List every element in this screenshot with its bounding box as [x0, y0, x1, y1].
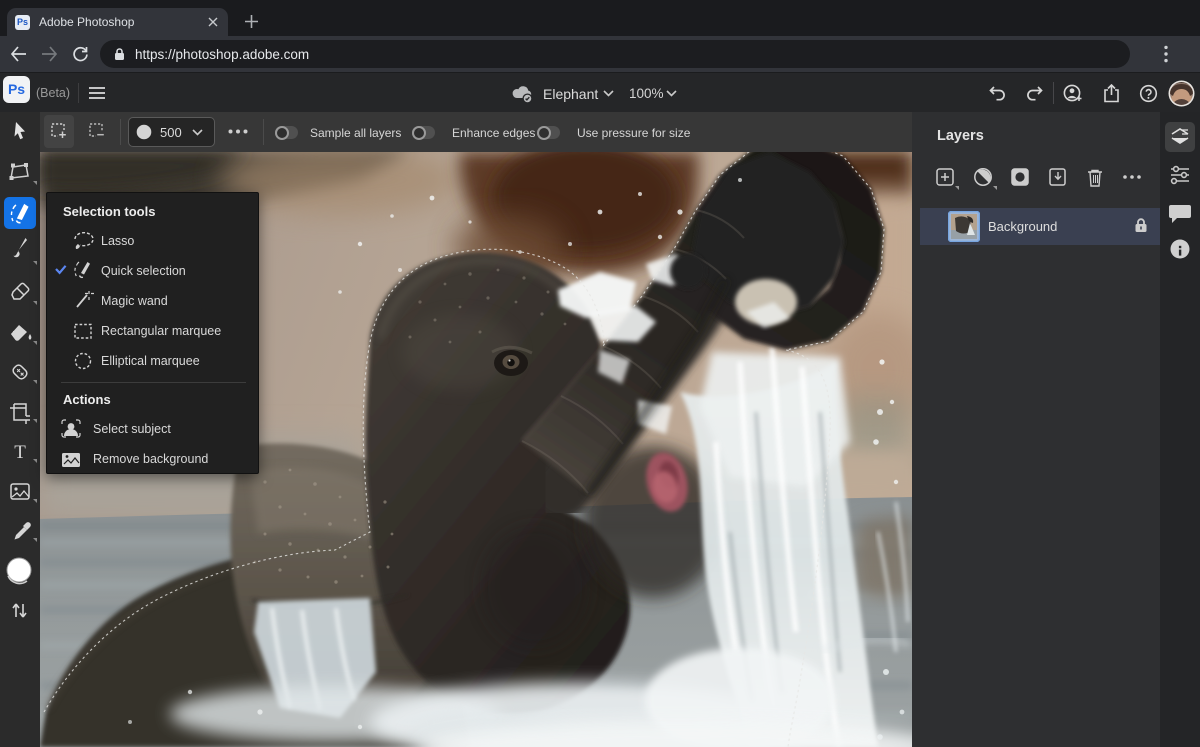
svg-text:T: T [14, 442, 26, 463]
